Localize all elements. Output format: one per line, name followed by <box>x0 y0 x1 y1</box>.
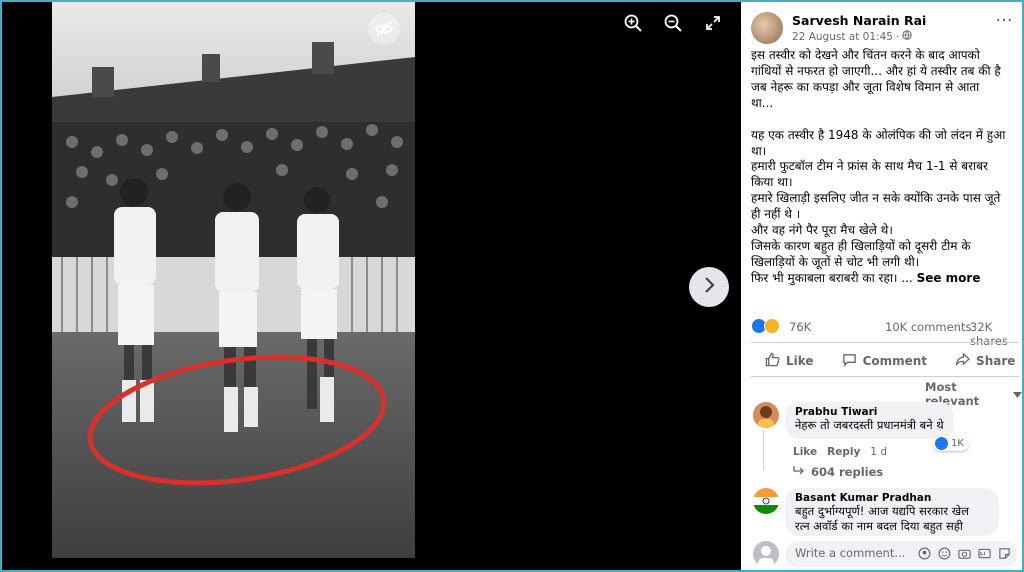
thread-line <box>763 430 764 470</box>
post-line: गांधियों से नफरत हो जाएगी... और हां ये त… <box>751 63 1001 78</box>
zoom-out-button[interactable] <box>662 14 684 36</box>
chevron-right-icon <box>702 276 716 298</box>
post-line: था। <box>751 143 767 158</box>
caret-down-icon <box>1013 387 1022 401</box>
commenter-name[interactable]: Prabhu Tiwari <box>795 406 944 418</box>
comment-item: Prabhu Tiwari नेहरू तो जबरदस्ती प्रधानमं… <box>751 402 1019 482</box>
reaction-icons[interactable] <box>751 318 780 334</box>
like-button[interactable]: Like <box>751 348 828 374</box>
post-line: हमारी फुटबॉल टीम ने फ्रांस के साथ मैच 1-… <box>751 159 988 174</box>
comment-meta: Like Reply 1 d <box>793 446 887 458</box>
more-options-button[interactable]: ··· <box>994 12 1014 32</box>
post-line: यह एक तस्वीर है 1948 के ओलंपिक की जो लंद… <box>751 127 1006 142</box>
comment-input-tools <box>917 546 1011 560</box>
thumbs-up-icon <box>765 352 780 370</box>
post-line: जिसके कारण बहुत ही खिलाड़ियों को दूसरी ट… <box>751 238 971 253</box>
emoji-icon[interactable] <box>937 546 951 560</box>
commenter-avatar[interactable] <box>753 402 779 428</box>
comment-label: Comment <box>862 354 928 368</box>
like-reaction-icon <box>935 437 948 450</box>
hide-image-button[interactable] <box>368 13 400 45</box>
post-line: किया था। <box>751 175 793 190</box>
share-button[interactable]: Share <box>941 348 1022 374</box>
fullscreen-button[interactable] <box>702 14 724 36</box>
comment-text-line: बहुत दुर्भाग्यपूर्ण! आज यद्यपि सरकार खेल <box>795 504 969 518</box>
post-line: इस तस्वीर को देखने और चिंतन करने के बाद … <box>751 48 980 62</box>
current-user-avatar[interactable] <box>753 541 779 567</box>
comment-like-badge[interactable]: 1K <box>933 436 969 451</box>
sticker-icon[interactable] <box>997 546 1011 560</box>
comment-bubble: Prabhu Tiwari नेहरू तो जबरदस्ती प्रधानमं… <box>785 402 954 439</box>
post-line: था... <box>751 95 774 110</box>
sad-reaction-icon <box>764 318 780 334</box>
reaction-summary: 76K 10K comments 32K shares <box>751 318 1019 348</box>
comment-bubble: Basant Kumar Pradhan बहुत दुर्भाग्यपूर्ण… <box>785 488 999 536</box>
write-comment-bar: Write a comment... <box>741 536 1022 570</box>
comment-input-placeholder: Write a comment... <box>795 546 906 560</box>
post-line: खिलाड़ियों के जूतों से चोट भी लगी थी। <box>751 254 920 269</box>
historical-photo-illustration <box>52 2 415 558</box>
eye-slash-icon <box>374 19 394 39</box>
see-more-link[interactable]: See more <box>917 271 981 285</box>
comment-like-link[interactable]: Like <box>793 446 817 458</box>
post-text: इस तस्वीर को देखने और चिंतन करने के बाद … <box>751 48 1019 287</box>
post-line: हमारे खिलाड़ी इसलिए जीत न सके क्योंकि उन… <box>751 191 1001 206</box>
post-details-panel: Sarvesh Narain Rai 22 August at 01:45 · … <box>741 2 1022 570</box>
fullscreen-icon <box>705 15 721 35</box>
gif-icon[interactable] <box>977 546 991 560</box>
divider <box>751 342 1019 343</box>
post-line: ही नहीं थे । <box>751 207 801 222</box>
post-line: और वह नंगे पैर पूरा मैच खेले थे। <box>751 223 893 238</box>
comments-count[interactable]: 10K comments <box>885 320 971 334</box>
avatar-sticker-icon[interactable] <box>917 546 931 560</box>
zoom-out-icon <box>664 14 682 36</box>
post-line: जब नेहरू का कपड़ा और जूता विशेष विमान से… <box>751 79 980 94</box>
photo-viewer <box>2 2 741 570</box>
comment-reply-link[interactable]: Reply <box>827 446 860 458</box>
author-avatar[interactable] <box>751 12 783 44</box>
post-photo[interactable] <box>52 2 415 558</box>
comment-like-count: 1K <box>951 438 964 449</box>
comment-input[interactable]: Write a comment... <box>785 541 1017 567</box>
reply-arrow-icon <box>793 465 805 479</box>
replies-count: 604 replies <box>811 465 884 479</box>
commenter-name[interactable]: Basant Kumar Pradhan <box>795 492 989 504</box>
comment-icon <box>842 352 857 370</box>
author-name[interactable]: Sarvesh Narain Rai <box>792 13 926 28</box>
globe-icon <box>902 30 912 43</box>
camera-icon[interactable] <box>957 546 971 560</box>
post-header: Sarvesh Narain Rai 22 August at 01:45 · … <box>751 12 1016 46</box>
comment-item: Basant Kumar Pradhan बहुत दुर्भाग्यपूर्ण… <box>751 488 1019 536</box>
viewer-toolbar <box>622 14 724 36</box>
more-icon: ··· <box>995 10 1013 31</box>
share-icon <box>955 352 971 370</box>
post-actions: Like Comment Share <box>751 348 1019 374</box>
comment-text: नेहरू तो जबरदस्ती प्रधानमंत्री बने थे <box>795 418 944 432</box>
share-label: Share <box>976 354 1016 368</box>
comment-text-line: रत्न अवॉर्ड का नाम बदल दिया बहुत सही <box>795 519 963 533</box>
divider <box>751 376 1019 377</box>
post-meta: 22 August at 01:45 · <box>792 30 912 43</box>
zoom-in-icon <box>624 14 642 36</box>
like-label: Like <box>786 354 814 368</box>
post-timestamp[interactable]: 22 August at 01:45 <box>792 31 893 43</box>
shares-count[interactable]: 32K shares <box>970 320 1019 348</box>
comment-button[interactable]: Comment <box>828 348 941 374</box>
post-line: फिर भी मुकाबला बराबरी का रहा। ... <box>751 270 913 285</box>
post-last-line: फिर भी मुकाबला बराबरी का रहा। ... See mo… <box>751 271 1019 287</box>
next-photo-button[interactable] <box>689 267 729 307</box>
comment-time[interactable]: 1 d <box>870 446 887 458</box>
view-replies-link[interactable]: 604 replies <box>793 465 883 479</box>
meta-separator: · <box>895 30 900 43</box>
reaction-count[interactable]: 76K <box>789 320 811 334</box>
zoom-in-button[interactable] <box>622 14 644 36</box>
commenter-avatar[interactable] <box>753 488 779 514</box>
